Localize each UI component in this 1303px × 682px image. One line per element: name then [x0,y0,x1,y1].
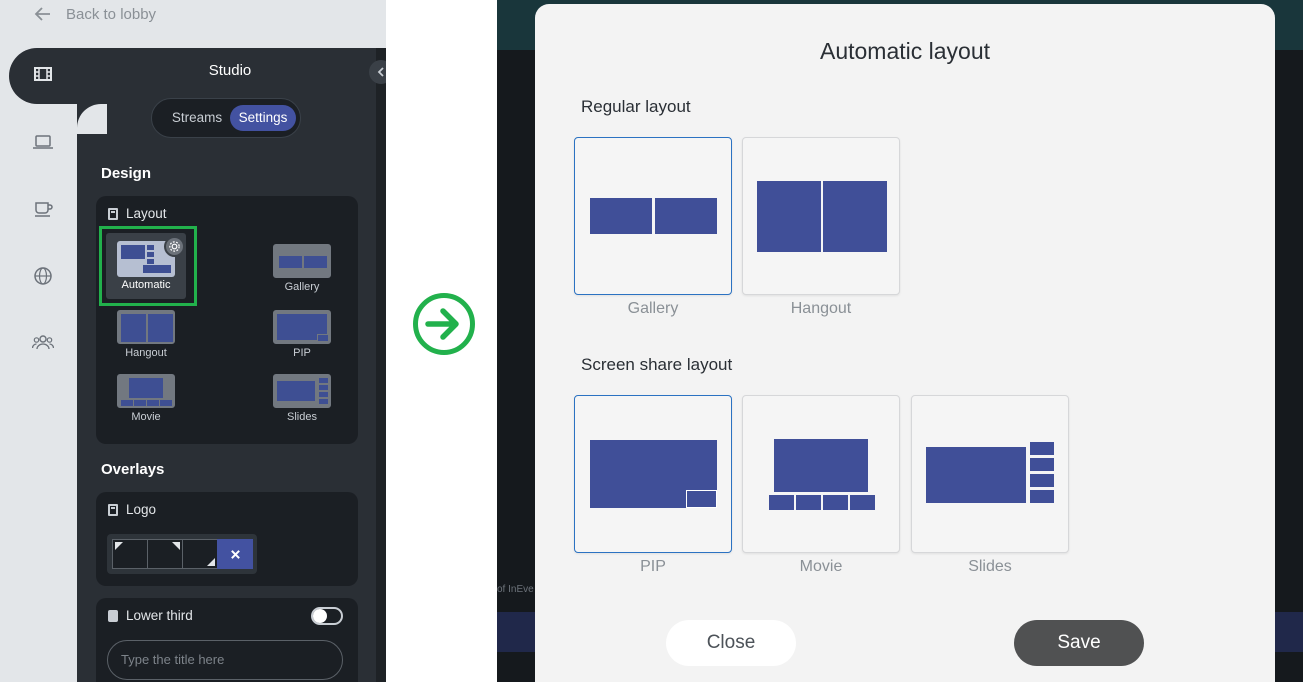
coffee-cup-icon[interactable] [31,196,55,220]
back-to-lobby-label: Back to lobby [66,5,157,23]
pip-option-label: PIP [640,558,666,575]
gear-icon[interactable] [164,236,185,257]
lower-third-card-title: Lower third [108,608,193,623]
logo-position-picker [107,534,257,574]
tab-streams[interactable]: Streams [162,107,232,129]
screen-share-layout-heading: Screen share layout [581,355,733,374]
logo-icon [108,503,118,516]
modal-title: Automatic layout [819,38,991,64]
slides-label: Slides [287,411,317,423]
logo-position-bottom-right[interactable] [182,539,218,569]
lower-third-icon [108,609,118,622]
collapse-panel-button[interactable] [369,60,386,84]
globe-icon[interactable] [31,264,55,288]
panel-divider [376,48,386,682]
screen-share-option-movie[interactable] [742,395,900,553]
layout-option-movie[interactable]: Movie [106,374,186,423]
automatic-layout-modal: Automatic layout Regular layout Gallery … [535,4,1275,682]
logo-none-button[interactable] [217,539,253,569]
film-icon[interactable] [31,62,55,86]
save-button[interactable]: Save [1014,620,1144,666]
logo-position-top-left[interactable] [112,539,148,569]
overlays-heading: Overlays [101,461,165,478]
modal-screenshot: of InEve Automatic layout Regular layout… [497,0,1303,682]
automatic-label: Automatic [121,279,171,291]
lower-third-title-input[interactable]: Type the title here [107,640,343,680]
gallery-option-label: Gallery [627,300,679,317]
arrow-right-icon [413,293,475,355]
logo-card-title: Logo [108,502,156,517]
pip-label: PIP [293,347,311,359]
close-icon [230,549,240,559]
background-text: of InEve [497,584,534,595]
layout-option-slides[interactable]: Slides [262,374,342,423]
regular-layout-heading: Regular layout [581,97,691,116]
lower-third-label: Lower third [126,608,193,623]
sidebar-tab-studio[interactable] [9,48,109,104]
studio-sidebar-screenshot: Back to lobby Studio Streams Settings De… [0,0,386,682]
studio-tab-switch: Streams Settings [151,98,301,138]
hangout-label: Hangout [125,347,167,359]
regular-option-gallery[interactable] [574,137,732,295]
layout-option-gallery[interactable]: Gallery [262,244,342,293]
movie-option-label: Movie [799,558,843,575]
chevron-left-icon [377,67,384,77]
regular-option-hangout[interactable] [742,137,900,295]
hangout-option-label: Hangout [790,300,852,317]
studio-title: Studio [208,62,252,79]
layout-option-hangout[interactable]: Hangout [106,310,186,359]
design-heading: Design [101,165,152,182]
logo-position-top-right[interactable] [147,539,183,569]
laptop-icon[interactable] [31,130,55,154]
lower-third-toggle[interactable] [311,607,343,625]
layout-option-pip[interactable]: PIP [262,310,342,359]
close-button[interactable]: Close [666,620,796,666]
layout-card-label: Layout [126,206,167,221]
arrow-left-icon [34,7,50,21]
logo-card-label: Logo [126,502,157,517]
screen-share-option-slides[interactable] [911,395,1069,553]
gallery-label: Gallery [284,281,320,293]
tab-settings[interactable]: Settings [230,105,296,131]
movie-label: Movie [131,411,161,423]
screen-share-option-pip[interactable] [574,395,732,553]
slides-option-label: Slides [968,558,1012,575]
back-to-lobby-link[interactable]: Back to lobby [34,0,156,28]
layout-card-title: Layout [108,206,167,221]
layout-icon [108,207,118,220]
people-icon[interactable] [31,330,55,354]
